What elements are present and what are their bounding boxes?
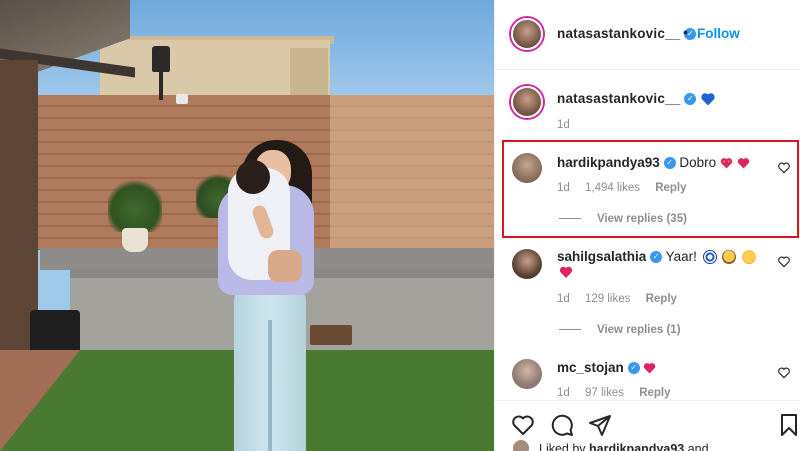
red-heart-icon: [644, 363, 656, 374]
reply-button[interactable]: Reply: [655, 182, 686, 194]
caption-username-text[interactable]: natasastankovic__: [557, 91, 680, 106]
comment-row: mc_stojan ✓: [557, 360, 656, 375]
post-side-panel: natasastankovic__ ✓ • Follow natasastank…: [494, 0, 800, 451]
comment-likes[interactable]: 129 likes: [585, 293, 630, 305]
comment-meta: 1d 1,494 likes Reply: [557, 182, 699, 194]
comment-avatar[interactable]: [512, 153, 542, 183]
comment-text: Yaar!: [665, 249, 697, 264]
photo-baby-head: [236, 160, 270, 194]
blue-heart-icon: [701, 93, 716, 106]
view-replies-label[interactable]: View replies (1): [597, 324, 681, 336]
photo-sunlight: [330, 95, 494, 250]
comment-row: hardikpandya93 ✓ Dobro: [557, 155, 750, 170]
bookmark-icon[interactable]: [777, 413, 800, 437]
liked-by-avatar[interactable]: [513, 440, 529, 451]
verified-badge-icon: ✓: [684, 93, 697, 106]
follow-button[interactable]: Follow: [697, 26, 740, 41]
reply-button[interactable]: Reply: [639, 387, 670, 399]
photo-camera: [176, 94, 188, 104]
comment-age[interactable]: 1d: [557, 182, 570, 194]
caption-avatar[interactable]: [511, 86, 543, 118]
reply-button[interactable]: Reply: [646, 293, 677, 305]
verified-badge-icon: ✓: [627, 362, 640, 375]
photo-plant-pot: [122, 228, 148, 252]
post-header: natasastankovic__ ✓ • Follow: [495, 0, 800, 70]
caption-username[interactable]: natasastankovic__ ✓: [557, 91, 716, 106]
comment-age[interactable]: 1d: [557, 387, 570, 399]
comment-like-heart-icon[interactable]: [777, 255, 791, 269]
liked-by-username[interactable]: hardikpandya93: [589, 442, 684, 451]
comment-meta: 1d 129 likes Reply: [557, 293, 689, 305]
comment-meta: 1d 97 likes Reply: [557, 387, 683, 399]
comment-likes[interactable]: 97 likes: [585, 387, 624, 399]
author-avatar[interactable]: [511, 18, 543, 50]
comment-avatar[interactable]: [512, 359, 542, 389]
comment-username[interactable]: sahilgsalathia: [557, 249, 646, 264]
photo-baby-legs: [268, 250, 302, 282]
view-replies-button[interactable]: View replies (35): [559, 213, 687, 225]
photo-bench: [310, 325, 352, 345]
verified-badge-icon: ✓: [663, 157, 676, 170]
photo-lamp: [152, 46, 170, 72]
author-username-text[interactable]: natasastankovic__: [557, 26, 680, 41]
photo-bin: [30, 310, 80, 355]
liked-by-text: Liked by hardikpandya93 and: [539, 442, 709, 451]
blushing-face-icon: [742, 250, 757, 265]
author-username[interactable]: natasastankovic__ ✓: [557, 26, 697, 41]
nazar-amulet-icon: [702, 250, 717, 265]
comment-avatar[interactable]: [512, 249, 542, 279]
comment-text: Dobro: [679, 155, 717, 170]
caption-age[interactable]: 1d: [557, 119, 570, 131]
post-photo[interactable]: [0, 0, 494, 451]
photo-plant: [108, 176, 162, 232]
heart-outline-icon[interactable]: [511, 413, 535, 437]
share-icon[interactable]: [588, 413, 612, 437]
comment-age[interactable]: 1d: [557, 293, 570, 305]
comment-like-heart-icon[interactable]: [777, 366, 791, 380]
photo-lamp-post: [159, 72, 163, 100]
view-replies-line: [559, 329, 581, 331]
photo-person-leg-gap: [268, 320, 272, 451]
liked-by-suffix: and: [687, 442, 709, 451]
comment-username[interactable]: hardikpandya93: [557, 155, 660, 170]
comment-like-heart-icon[interactable]: [777, 161, 791, 175]
caption-meta: 1d: [557, 119, 582, 131]
heart-exclamation-icon: [559, 266, 573, 278]
comment-username[interactable]: mc_stojan: [557, 360, 624, 375]
sparkling-heart-icon: [720, 158, 733, 169]
header-separator: •: [683, 24, 688, 40]
verified-badge-icon: ✓: [650, 251, 663, 264]
red-heart-icon: [737, 158, 749, 169]
liked-by-prefix: Liked by: [539, 442, 586, 451]
comment-row: sahilgsalathia ✓ Yaar!: [557, 249, 757, 265]
face-with-hands-icon: [722, 250, 737, 265]
view-replies-label[interactable]: View replies (35): [597, 213, 687, 225]
comment-icon[interactable]: [550, 413, 574, 437]
view-replies-line: [559, 218, 581, 220]
view-replies-button[interactable]: View replies (1): [559, 324, 681, 336]
comment-likes[interactable]: 1,494 likes: [585, 182, 640, 194]
